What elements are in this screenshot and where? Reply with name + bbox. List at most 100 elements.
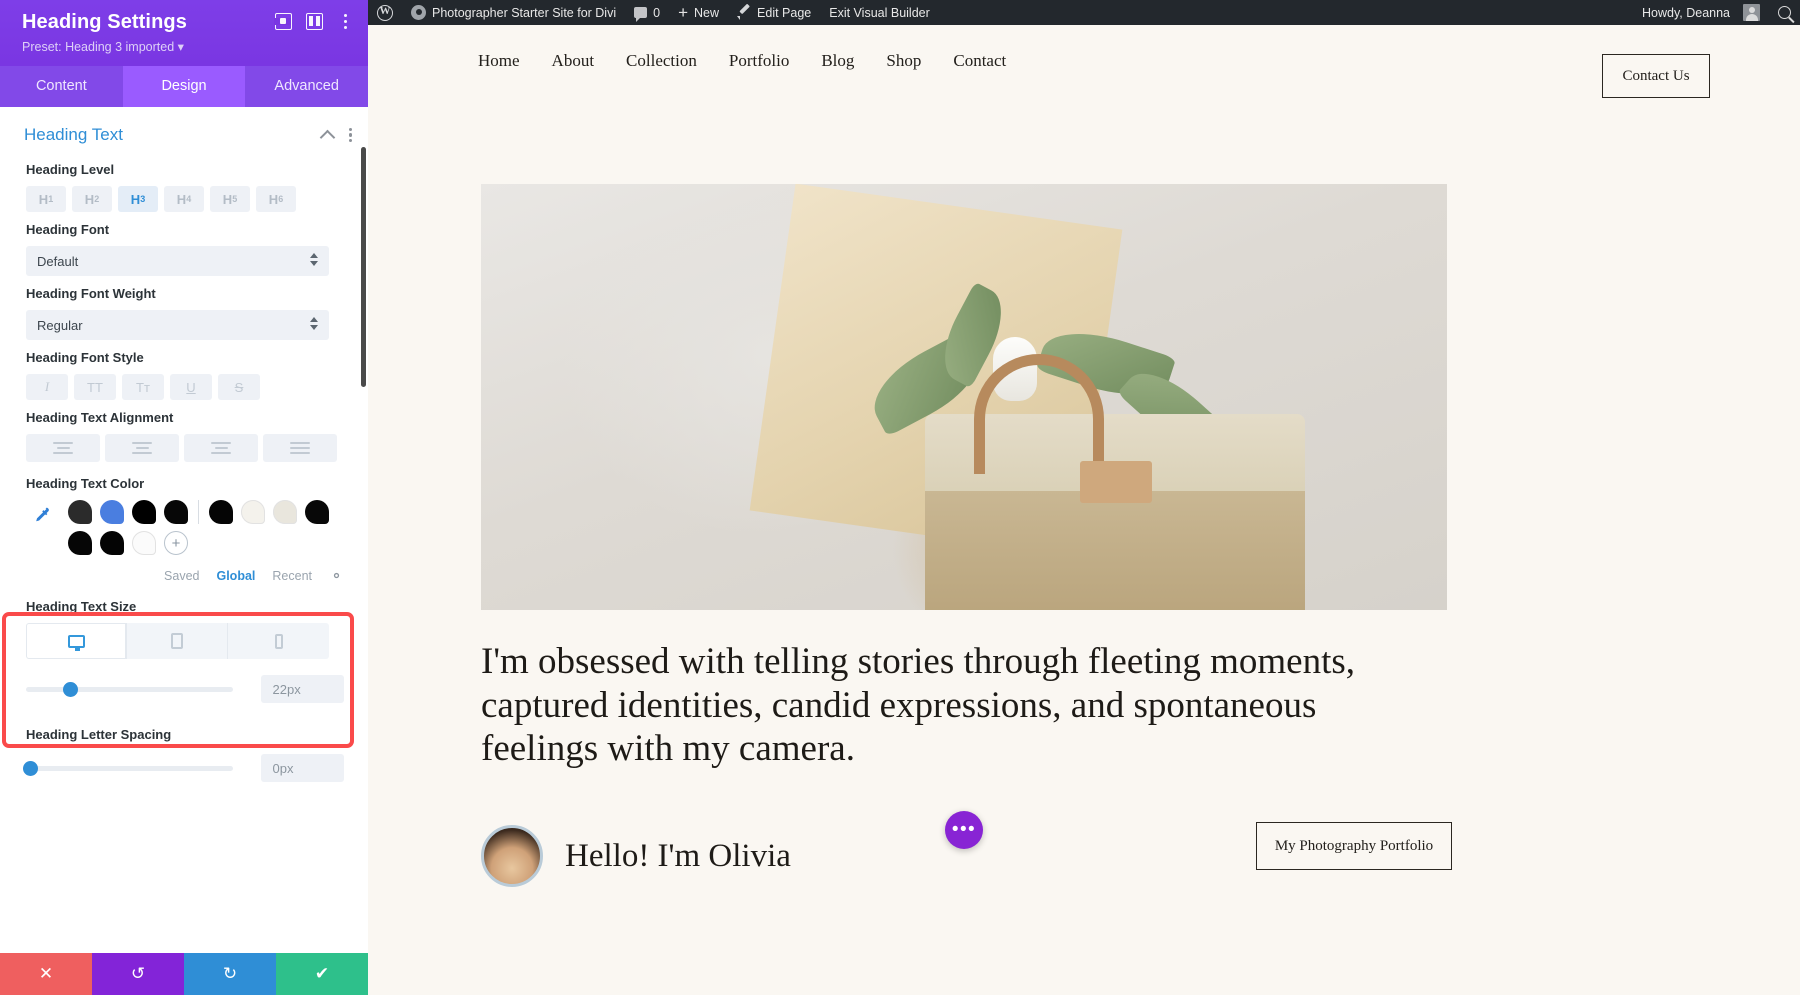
nav-item-about[interactable]: About — [552, 51, 595, 71]
heading-text-size-slider-row: 22px — [26, 675, 344, 703]
heading-text-size-label: Heading Text Size — [26, 599, 344, 614]
heading-level-h2[interactable]: H2 — [72, 186, 112, 212]
color-swatch[interactable] — [100, 531, 124, 555]
nav-item-blog[interactable]: Blog — [821, 51, 854, 71]
tab-content[interactable]: Content — [0, 66, 123, 107]
heading-level-h1[interactable]: H1 — [26, 186, 66, 212]
device-desktop-button[interactable] — [26, 623, 127, 659]
align-left-icon[interactable] — [26, 434, 100, 462]
exit-visual-builder-button[interactable]: Exit Visual Builder — [820, 0, 939, 25]
wp-admin-bar: Photographer Starter Site for Divi 0 + N… — [368, 0, 1800, 25]
heading-text-alignment-options — [26, 434, 344, 462]
wp-logo-button[interactable] — [368, 0, 402, 25]
color-swatch[interactable] — [132, 531, 156, 555]
color-swatch-area: + — [26, 500, 344, 555]
save-button[interactable]: ✔ — [276, 953, 368, 995]
wordpress-logo-icon — [377, 5, 393, 21]
tab-design[interactable]: Design — [123, 66, 246, 107]
slider-knob[interactable] — [23, 761, 38, 776]
heading-font-value: Default — [37, 254, 78, 269]
font-style-smallcaps-button[interactable]: Tᴛ — [122, 374, 164, 400]
add-color-icon[interactable]: + — [164, 531, 188, 555]
nav-item-portfolio[interactable]: Portfolio — [729, 51, 789, 71]
nav-item-shop[interactable]: Shop — [886, 51, 921, 71]
swatch-divider — [198, 500, 199, 524]
color-swatch[interactable] — [68, 531, 92, 555]
device-tablet-button[interactable] — [127, 623, 228, 659]
heading-letter-spacing-label: Heading Letter Spacing — [26, 727, 344, 742]
color-swatch[interactable] — [273, 500, 297, 524]
heading-text-size-input[interactable]: 22px — [261, 675, 344, 703]
font-style-strikethrough-button[interactable]: S — [218, 374, 260, 400]
color-tab-saved[interactable]: Saved — [164, 569, 199, 583]
cancel-button[interactable]: ✕ — [0, 953, 92, 995]
color-swatch[interactable] — [241, 500, 265, 524]
swatch-row-1 — [68, 500, 329, 524]
search-icon — [1778, 6, 1791, 19]
section-title[interactable]: Heading Text — [24, 125, 322, 145]
heading-level-h3[interactable]: H3 — [118, 186, 158, 212]
eyedropper-icon[interactable] — [26, 506, 54, 525]
color-swatch[interactable] — [305, 500, 329, 524]
align-justify-icon[interactable] — [263, 434, 337, 462]
focus-icon[interactable] — [275, 13, 292, 30]
hero-bag-lower-shape — [925, 491, 1305, 610]
panel-scrollbar[interactable] — [361, 147, 366, 387]
section-more-options-icon[interactable] — [349, 128, 352, 143]
edit-page-label: Edit Page — [757, 6, 811, 20]
font-style-underline-button[interactable]: U — [170, 374, 212, 400]
tab-advanced[interactable]: Advanced — [245, 66, 368, 107]
howdy-account-button[interactable]: Howdy, Deanna — [1633, 0, 1769, 25]
admin-search-button[interactable] — [1769, 0, 1800, 25]
edit-page-button[interactable]: Edit Page — [728, 0, 820, 25]
color-swatch[interactable] — [100, 500, 124, 524]
tablet-icon — [171, 633, 183, 649]
font-style-italic-button[interactable]: I — [26, 374, 68, 400]
heading-letter-spacing-slider[interactable] — [26, 766, 233, 771]
nav-item-collection[interactable]: Collection — [626, 51, 697, 71]
builder-floating-menu-button[interactable]: ••• — [945, 811, 983, 849]
heading-font-select[interactable]: Default — [26, 246, 329, 276]
hero-heading-text[interactable]: I'm obsessed with telling stories throug… — [481, 640, 1441, 771]
field-heading-text-color: Heading Text Color — [0, 462, 368, 583]
comments-button[interactable]: 0 — [625, 0, 669, 25]
align-center-icon[interactable] — [105, 434, 179, 462]
color-tab-global[interactable]: Global — [216, 569, 255, 583]
redo-button[interactable]: ↻ — [184, 953, 276, 995]
color-swatch[interactable] — [68, 500, 92, 524]
site-navigation: Home About Collection Portfolio Blog Sho… — [368, 25, 1800, 97]
hello-heading[interactable]: Hello! I'm Olivia — [565, 838, 791, 875]
my-photography-portfolio-button[interactable]: My Photography Portfolio — [1256, 822, 1452, 870]
nav-item-home[interactable]: Home — [478, 51, 520, 71]
heading-font-style-options: I TT Tᴛ U S — [26, 374, 344, 400]
heading-font-weight-select[interactable]: Regular — [26, 310, 329, 340]
heading-letter-spacing-input[interactable]: 0px — [261, 754, 344, 782]
heading-text-color-label: Heading Text Color — [26, 476, 344, 491]
contact-us-button[interactable]: Contact Us — [1602, 54, 1710, 98]
preset-selector[interactable]: Preset: Heading 3 imported ▾ — [22, 39, 352, 54]
site-name-button[interactable]: Photographer Starter Site for Divi — [402, 0, 625, 25]
heading-level-h4[interactable]: H4 — [164, 186, 204, 212]
color-swatch[interactable] — [164, 500, 188, 524]
nav-item-contact[interactable]: Contact — [953, 51, 1006, 71]
preset-label: Preset: Heading 3 imported — [22, 40, 174, 54]
color-tab-recent[interactable]: Recent — [272, 569, 312, 583]
more-options-icon[interactable] — [337, 13, 354, 30]
chevron-down-icon: ▾ — [178, 40, 184, 54]
layout-icon[interactable] — [306, 13, 323, 30]
gear-icon[interactable] — [329, 568, 344, 583]
font-style-uppercase-button[interactable]: TT — [74, 374, 116, 400]
heading-level-h6[interactable]: H6 — [256, 186, 296, 212]
color-swatch[interactable] — [132, 500, 156, 524]
device-phone-button[interactable] — [228, 623, 329, 659]
panel-header-icons — [275, 13, 354, 30]
new-button[interactable]: + New — [669, 0, 728, 25]
heading-text-size-slider[interactable] — [26, 687, 233, 692]
color-swatch[interactable] — [209, 500, 233, 524]
slider-knob[interactable] — [63, 682, 78, 697]
field-heading-level: Heading Level H1 H2 H3 H4 H5 H6 — [0, 152, 368, 212]
chevron-up-icon[interactable] — [320, 129, 336, 145]
align-right-icon[interactable] — [184, 434, 258, 462]
heading-level-h5[interactable]: H5 — [210, 186, 250, 212]
undo-button[interactable]: ↺ — [92, 953, 184, 995]
